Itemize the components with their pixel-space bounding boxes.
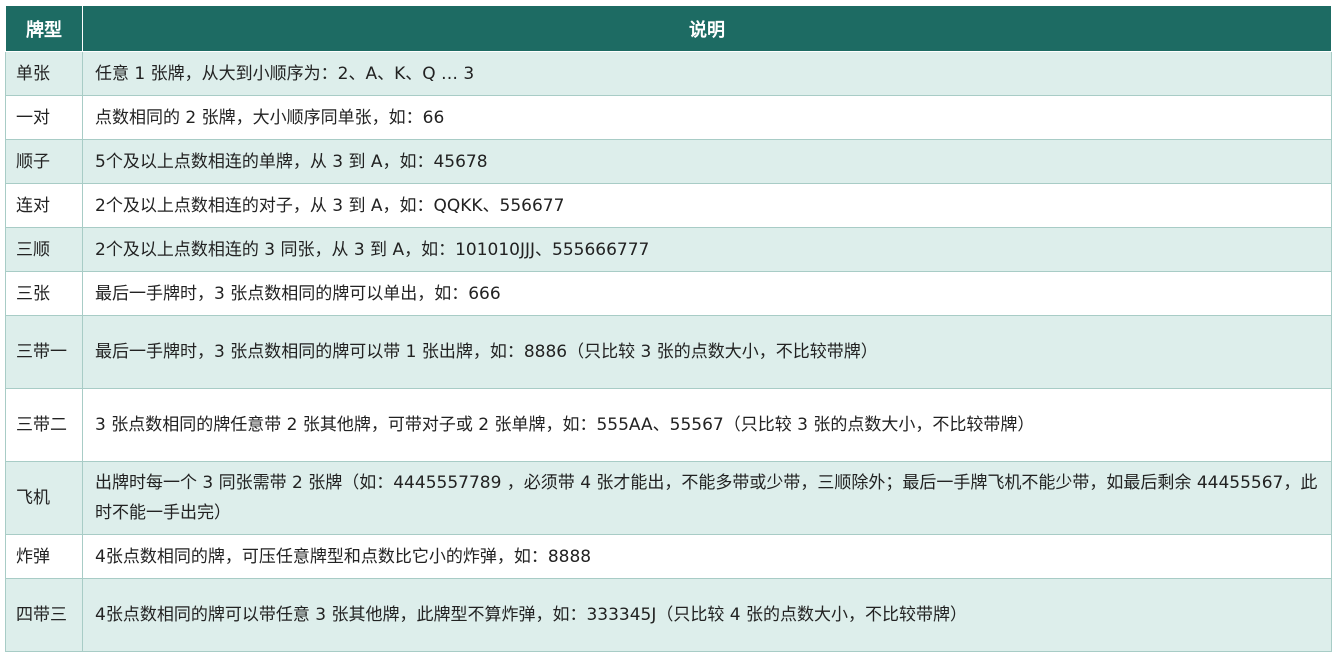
cell-description: 点数相同的 2 张牌，大小顺序同单张，如：66 xyxy=(82,95,1332,140)
table-row: 单张 任意 1 张牌，从大到小顺序为：2、A、K、Q … 3 xyxy=(5,51,1332,96)
table-row: 飞机 出牌时每一个 3 同张需带 2 张牌（如：4445557789 ，必须带 … xyxy=(5,461,1332,535)
table-row: 炸弹 4张点数相同的牌，可压任意牌型和点数比它小的炸弹，如：8888 xyxy=(5,534,1332,579)
cell-card-type: 炸弹 xyxy=(5,534,83,579)
table-row: 三带二 3 张点数相同的牌任意带 2 张其他牌，可带对子或 2 张单牌，如：55… xyxy=(5,388,1332,462)
cell-description: 4张点数相同的牌，可压任意牌型和点数比它小的炸弹，如：8888 xyxy=(82,534,1332,579)
cell-description: 最后一手牌时，3 张点数相同的牌可以单出，如：666 xyxy=(82,271,1332,316)
cell-card-type: 飞机 xyxy=(5,461,83,535)
cell-description: 2个及以上点数相连的对子，从 3 到 A，如：QQKK、556677 xyxy=(82,183,1332,228)
cell-card-type: 三带一 xyxy=(5,315,83,389)
header-description: 说明 xyxy=(82,5,1332,52)
cell-card-type: 三张 xyxy=(5,271,83,316)
cell-description: 4张点数相同的牌可以带任意 3 张其他牌，此牌型不算炸弹，如：333345J（只… xyxy=(82,578,1332,652)
cell-card-type: 连对 xyxy=(5,183,83,228)
table-header-row: 牌型 说明 xyxy=(5,5,1332,52)
header-card-type: 牌型 xyxy=(5,5,83,52)
cell-card-type: 三顺 xyxy=(5,227,83,272)
cell-card-type: 顺子 xyxy=(5,139,83,184)
cell-description: 3 张点数相同的牌任意带 2 张其他牌，可带对子或 2 张单牌，如：555AA、… xyxy=(82,388,1332,462)
cell-description: 2个及以上点数相连的 3 同张，从 3 到 A，如：101010JJJ、5556… xyxy=(82,227,1332,272)
table-row: 一对 点数相同的 2 张牌，大小顺序同单张，如：66 xyxy=(5,95,1332,140)
rules-table-container: 牌型 说明 单张 任意 1 张牌，从大到小顺序为：2、A、K、Q … 3 一对 … xyxy=(5,5,1332,652)
table-row: 顺子 5个及以上点数相连的单牌，从 3 到 A，如：45678 xyxy=(5,139,1332,184)
table-row: 四带三 4张点数相同的牌可以带任意 3 张其他牌，此牌型不算炸弹，如：33334… xyxy=(5,578,1332,652)
table-row: 三张 最后一手牌时，3 张点数相同的牌可以单出，如：666 xyxy=(5,271,1332,316)
cell-card-type: 四带三 xyxy=(5,578,83,652)
table-row: 三带一 最后一手牌时，3 张点数相同的牌可以带 1 张出牌，如：8886（只比较… xyxy=(5,315,1332,389)
cell-description: 任意 1 张牌，从大到小顺序为：2、A、K、Q … 3 xyxy=(82,51,1332,96)
cell-card-type: 单张 xyxy=(5,51,83,96)
table-row: 连对 2个及以上点数相连的对子，从 3 到 A，如：QQKK、556677 xyxy=(5,183,1332,228)
cell-description: 5个及以上点数相连的单牌，从 3 到 A，如：45678 xyxy=(82,139,1332,184)
cell-description: 最后一手牌时，3 张点数相同的牌可以带 1 张出牌，如：8886（只比较 3 张… xyxy=(82,315,1332,389)
cell-description: 出牌时每一个 3 同张需带 2 张牌（如：4445557789 ，必须带 4 张… xyxy=(82,461,1332,535)
card-types-table: 牌型 说明 单张 任意 1 张牌，从大到小顺序为：2、A、K、Q … 3 一对 … xyxy=(5,5,1332,652)
table-row: 三顺 2个及以上点数相连的 3 同张，从 3 到 A，如：101010JJJ、5… xyxy=(5,227,1332,272)
cell-card-type: 一对 xyxy=(5,95,83,140)
cell-card-type: 三带二 xyxy=(5,388,83,462)
